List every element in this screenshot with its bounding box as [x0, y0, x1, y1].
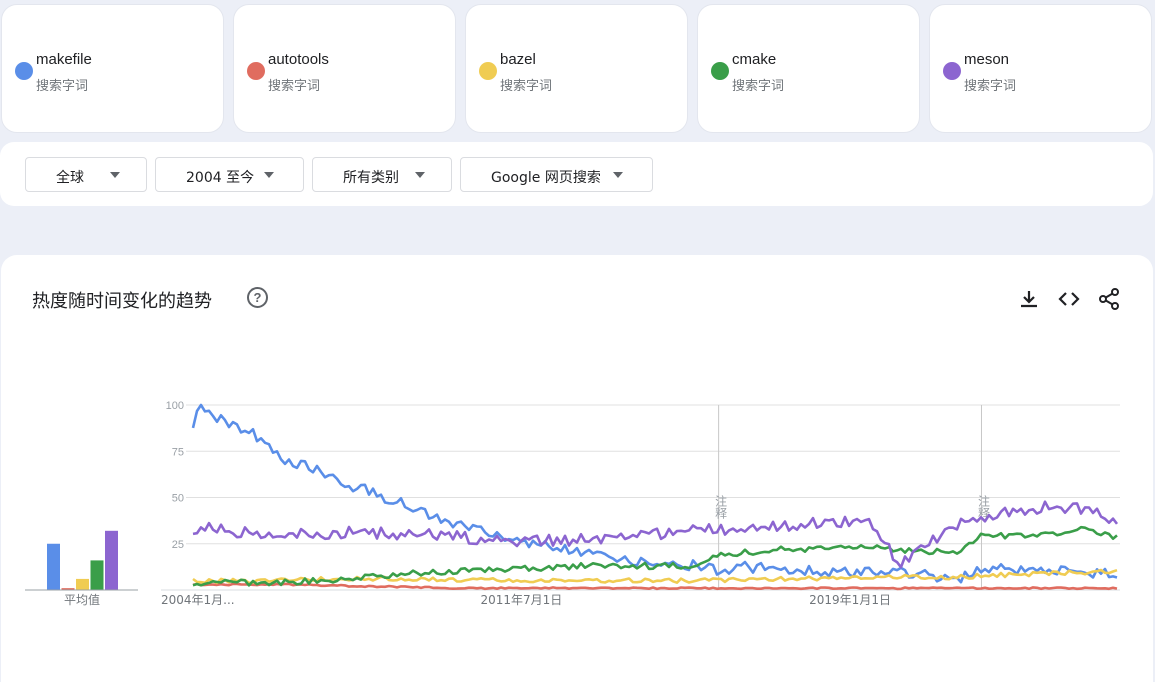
- search-property-label: Google 网页搜索: [491, 170, 601, 186]
- average-bar-cmake: [90, 560, 104, 590]
- interest-over-time-card: 热度随时间变化的趋势 ? 注释 注释 平均值 100 75 50 25 2004年1月..…: [1, 255, 1153, 682]
- time-range-dropdown[interactable]: 2004 至今: [155, 157, 304, 192]
- chevron-down-icon: [110, 172, 120, 178]
- term-color-dot: [479, 62, 497, 80]
- term-card-bazel[interactable]: bazel 搜索字词: [465, 4, 688, 133]
- term-card-autotools[interactable]: autotools 搜索字词: [233, 4, 456, 133]
- chevron-down-icon: [264, 172, 274, 178]
- y-tick-label: 25: [172, 539, 184, 551]
- average-bar-makefile: [47, 543, 60, 590]
- term-subtitle: 搜索字词: [500, 79, 553, 94]
- y-tick-label: 50: [172, 493, 184, 505]
- y-tick-label: 75: [172, 446, 184, 458]
- search-property-dropdown[interactable]: Google 网页搜索: [460, 157, 653, 192]
- time-range-label: 2004 至今: [186, 170, 255, 186]
- y-tick-label: 100: [166, 400, 184, 412]
- chevron-down-icon: [415, 172, 425, 178]
- term-subtitle: 搜索字词: [268, 79, 321, 94]
- term-color-dot: [247, 62, 265, 80]
- series-line-autotools: [192, 582, 1118, 591]
- average-bar-bazel: [76, 578, 89, 590]
- term-subtitle: 搜索字词: [36, 79, 89, 94]
- term-color-dot: [711, 62, 729, 80]
- x-tick-label: 2004年1月...: [161, 593, 235, 607]
- average-bar-meson: [105, 530, 118, 590]
- category-label: 所有类别: [343, 170, 399, 186]
- region-dropdown[interactable]: 全球: [25, 157, 147, 192]
- term-name: makefile: [36, 51, 92, 68]
- x-tick-label: 2019年1月1日: [809, 593, 891, 607]
- series-line-makefile: [191, 403, 1118, 584]
- filter-bar: 全球 2004 至今 所有类别 Google 网页搜索: [0, 142, 1153, 206]
- term-color-dot: [943, 62, 961, 80]
- annotation-label: 注释: [714, 494, 728, 519]
- term-name: cmake: [732, 51, 777, 68]
- chevron-down-icon: [613, 172, 623, 178]
- term-name: meson: [964, 51, 1010, 68]
- term-subtitle: 搜索字词: [964, 79, 1017, 94]
- term-card-makefile[interactable]: makefile 搜索字词: [1, 4, 224, 133]
- term-name: bazel: [500, 51, 536, 68]
- term-subtitle: 搜索字词: [732, 79, 785, 94]
- term-name: autotools: [268, 51, 329, 68]
- term-card-cmake[interactable]: cmake 搜索字词: [697, 4, 920, 133]
- search-terms-row: makefile 搜索字词 autotools 搜索字词 bazel 搜索字词 …: [0, 4, 1155, 134]
- term-card-meson[interactable]: meson 搜索字词: [929, 4, 1152, 133]
- average-bars: 平均值: [25, 530, 138, 607]
- term-color-dot: [15, 62, 33, 80]
- trend-chart[interactable]: 注释 注释 平均值 1007550252004年1月... 2011年7月1日 201…: [1, 255, 1153, 682]
- region-label: 全球: [56, 170, 84, 186]
- category-dropdown[interactable]: 所有类别: [312, 157, 452, 192]
- x-tick-label: 2011年7月1日: [480, 593, 562, 607]
- average-label: 平均值: [64, 592, 100, 607]
